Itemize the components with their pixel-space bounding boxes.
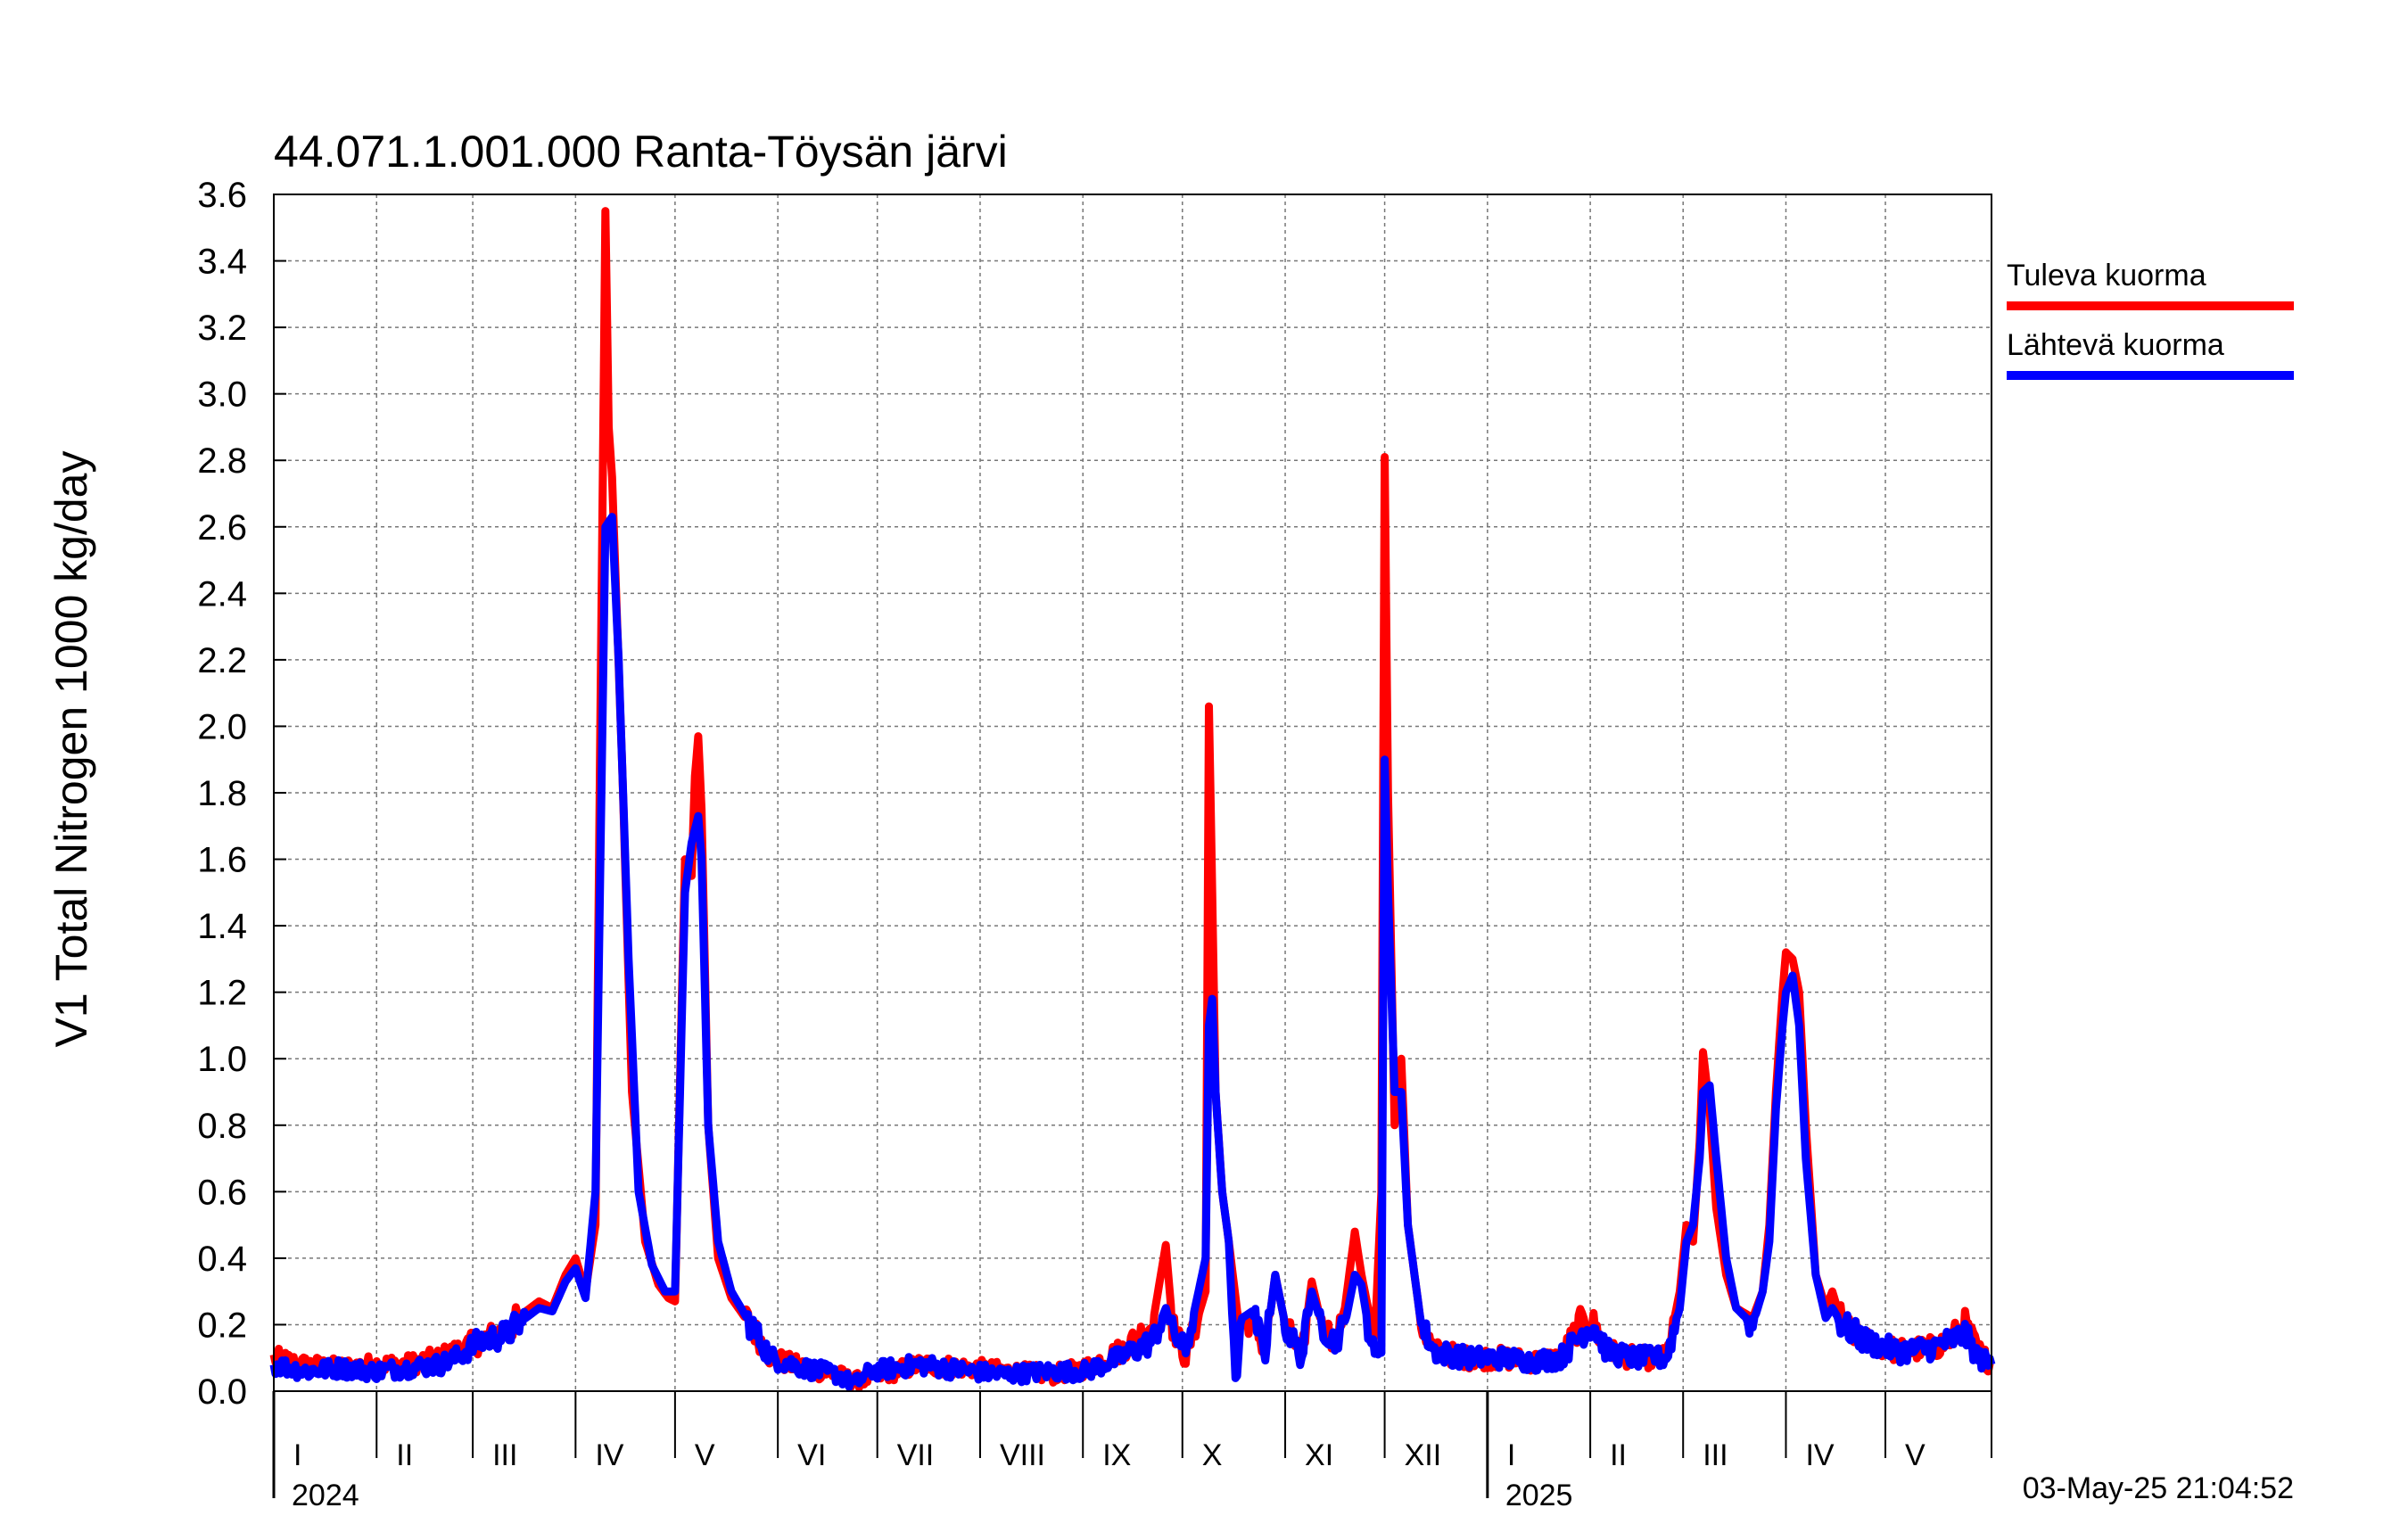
month-label: XII bbox=[1405, 1438, 1442, 1472]
y-tick-label: 0.6 bbox=[197, 1173, 247, 1212]
y-tick-label: 1.4 bbox=[197, 907, 247, 946]
month-label: XI bbox=[1305, 1438, 1333, 1472]
y-tick-label: 3.0 bbox=[197, 375, 247, 415]
month-label: III bbox=[492, 1438, 517, 1472]
nitrogen-load-chart: 44.071.1.001.000 Ranta-Töysän järvi V1 T… bbox=[0, 0, 2408, 1516]
month-label: III bbox=[1703, 1438, 1728, 1472]
month-label: VI bbox=[797, 1438, 826, 1472]
y-tick-label: 3.4 bbox=[197, 243, 247, 282]
year-label: 2024 bbox=[292, 1479, 359, 1512]
month-label: X bbox=[1202, 1438, 1223, 1472]
y-tick-label: 2.0 bbox=[197, 707, 247, 746]
month-label: IV bbox=[1805, 1438, 1834, 1472]
chart-title: 44.071.1.001.000 Ranta-Töysän järvi bbox=[274, 127, 1008, 177]
y-tick-label: 2.6 bbox=[197, 508, 247, 548]
y-tick-label: 0.8 bbox=[197, 1107, 247, 1146]
y-axis-label: V1 Total Nitrogen 1000 kg/day bbox=[46, 451, 96, 1048]
year-label: 2025 bbox=[1505, 1479, 1573, 1512]
month-label: VII bbox=[897, 1438, 935, 1472]
month-label: V bbox=[695, 1438, 715, 1472]
y-tick-label: 2.4 bbox=[197, 574, 247, 614]
y-tick-label: 0.4 bbox=[197, 1240, 247, 1279]
y-tick-label: 2.8 bbox=[197, 441, 247, 481]
y-tick-label: 2.2 bbox=[197, 641, 247, 680]
y-tick-label: 0.0 bbox=[197, 1372, 247, 1412]
legend-label-tuleva: Tuleva kuorma bbox=[2007, 259, 2206, 292]
month-label: VIII bbox=[1000, 1438, 1045, 1472]
y-tick-label: 1.8 bbox=[197, 774, 247, 813]
y-tick-label: 0.2 bbox=[197, 1306, 247, 1345]
y-tick-label: 1.6 bbox=[197, 841, 247, 880]
month-label: II bbox=[396, 1438, 413, 1472]
month-label: IV bbox=[595, 1438, 623, 1472]
y-tick-label: 3.6 bbox=[197, 176, 247, 215]
month-label: II bbox=[1610, 1438, 1627, 1472]
timestamp: 03-May-25 21:04:52 bbox=[2023, 1471, 2294, 1505]
y-tick-label: 1.2 bbox=[197, 974, 247, 1013]
month-label: I bbox=[293, 1438, 301, 1472]
y-tick-label: 1.0 bbox=[197, 1040, 247, 1079]
month-label: V bbox=[1905, 1438, 1926, 1472]
month-label: I bbox=[1507, 1438, 1515, 1472]
month-label: IX bbox=[1102, 1438, 1131, 1472]
y-tick-label: 3.2 bbox=[197, 309, 247, 348]
legend-label-lahteva: Lähtevä kuorma bbox=[2007, 328, 2224, 362]
